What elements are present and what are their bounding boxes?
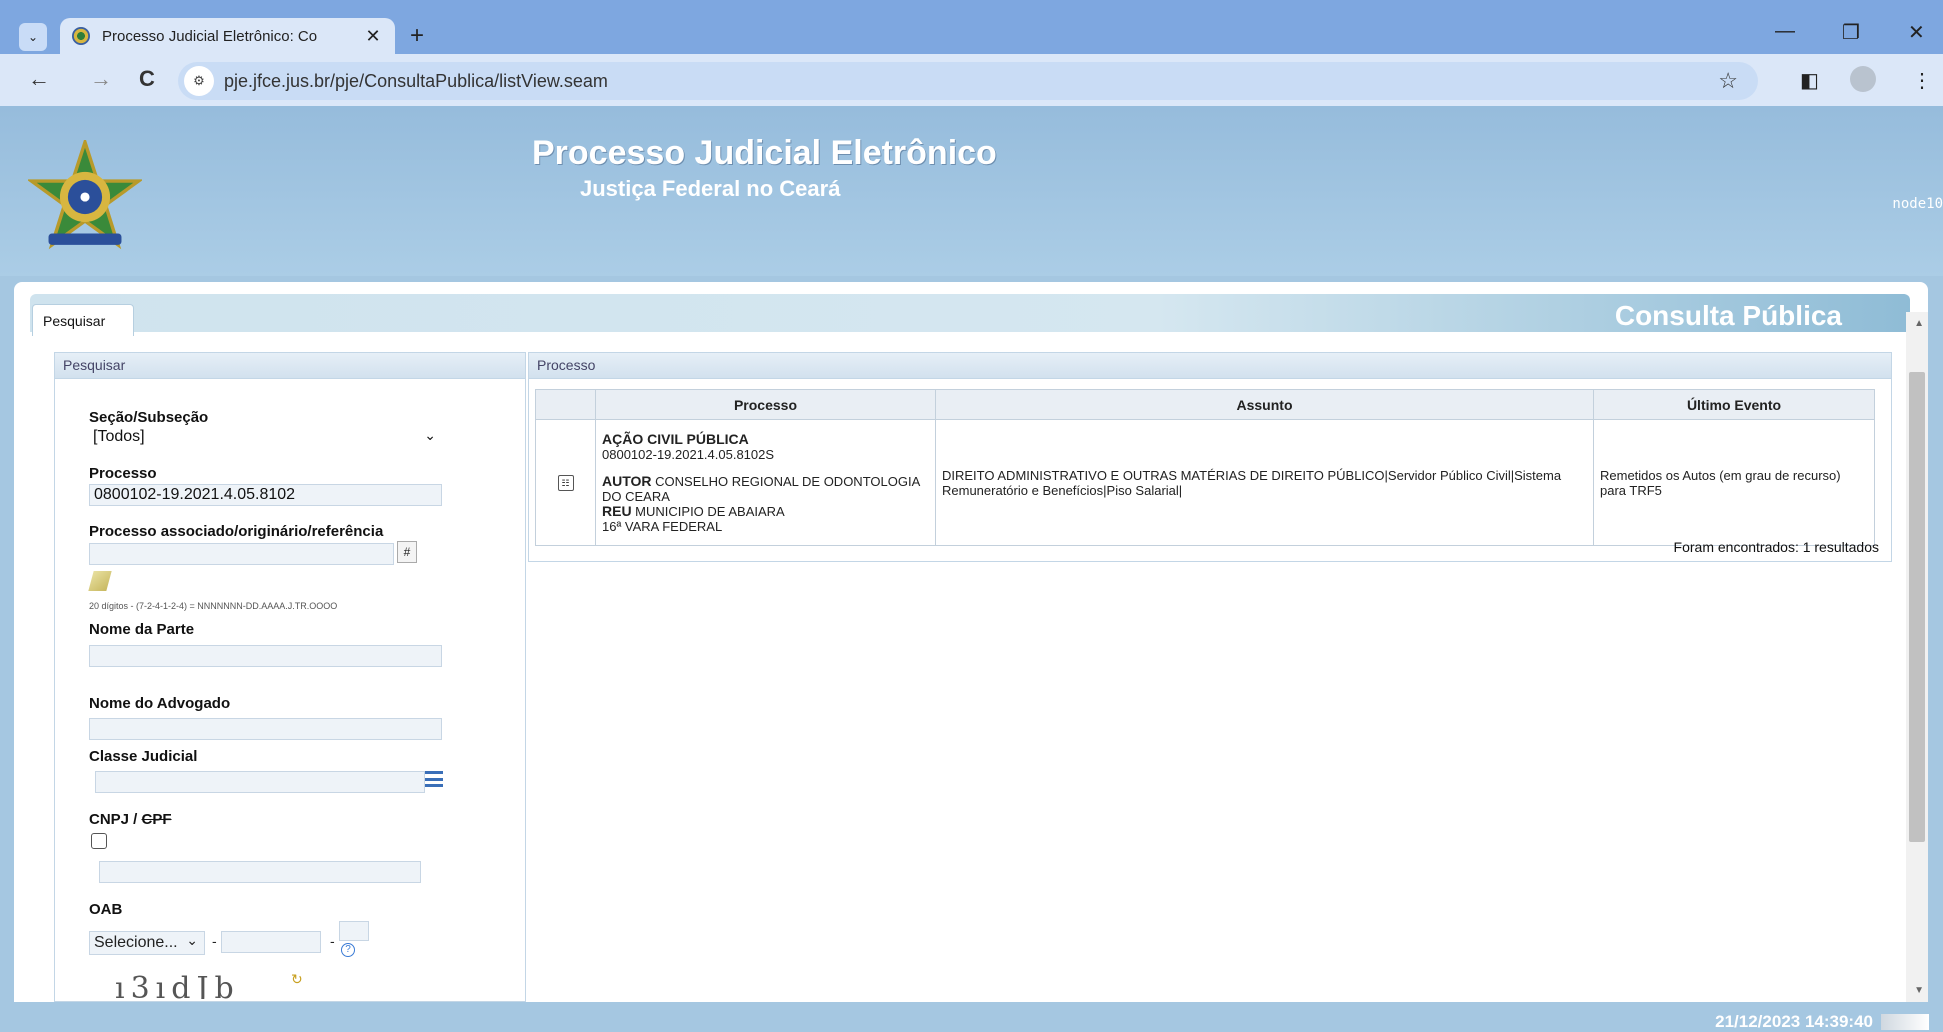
browser-toolbar: ← → C ⚙ pje.jfce.jus.br/pje/ConsultaPubl… <box>0 54 1943 106</box>
cnpj-input[interactable] <box>99 861 421 883</box>
processo-cell: AÇÃO CIVIL PÚBLICA 0800102-19.2021.4.05.… <box>595 419 936 546</box>
associado-label: Processo associado/originário/referência <box>89 523 384 540</box>
results-panel: Processo Processo Assunto Último Evento … <box>528 352 1892 562</box>
oab-select[interactable]: Selecione... ⌄ <box>89 931 205 955</box>
chevron-down-icon: ⌄ <box>424 427 436 443</box>
list-icon[interactable] <box>425 771 443 787</box>
browser-menu-icon[interactable]: ⋮ <box>1912 68 1932 93</box>
reload-button[interactable]: C <box>132 66 162 92</box>
restore-button[interactable]: ❐ <box>1842 20 1860 45</box>
results-section-title: Processo <box>529 353 1891 379</box>
side-panel-icon[interactable]: ◧ <box>1800 68 1819 93</box>
processo-label: Processo <box>89 465 157 482</box>
associado-input[interactable] <box>89 543 394 565</box>
reu-prefix: REU <box>602 502 632 519</box>
view-details-icon[interactable]: ☷ <box>557 475 574 491</box>
window-close-button[interactable]: ✕ <box>1908 20 1925 45</box>
classe-input[interactable] <box>95 771 425 793</box>
page-subtitle: Justiça Federal no Ceará <box>580 176 841 201</box>
site-info-icon[interactable]: ⚙ <box>184 66 214 96</box>
chevron-down-icon: ⌄ <box>186 932 198 948</box>
oab-uf-input[interactable] <box>339 921 369 941</box>
oab-number-input[interactable] <box>221 931 321 953</box>
oab-select-value: Selecione... <box>94 934 178 951</box>
classe-text: AÇÃO CIVIL PÚBLICA <box>602 430 749 447</box>
format-hint: 20 dígitos - (7-2-4-1-2-4) = NNNNNNN-DD.… <box>89 601 338 611</box>
oab-dash-2: - <box>330 933 335 949</box>
col-icon <box>535 389 596 420</box>
cnpj-cpf-label: CNPJ / CPF <box>89 811 172 828</box>
hash-icon[interactable]: # <box>397 541 417 563</box>
processo-input[interactable]: 0800102-19.2021.4.05.8102 <box>89 484 442 506</box>
cpf-label: CPF <box>141 811 172 828</box>
table-header-row: Processo Assunto Último Evento <box>535 389 1875 420</box>
scroll-down-icon[interactable]: ▼ <box>1914 985 1924 996</box>
reu-text: MUNICIPIO DE ABAIARA <box>631 503 785 519</box>
advogado-label: Nome do Advogado <box>89 695 231 712</box>
secao-label: Seção/Subseção <box>89 409 209 426</box>
process-number[interactable]: 0800102-19.2021.4.05.8102S <box>602 447 929 462</box>
browser-tab[interactable]: Processo Judicial Eletrônico: Co ✕ <box>60 18 395 54</box>
status-bar: 21/12/2023 14:39:40 <box>0 1012 1943 1032</box>
secao-value: [Todos] <box>93 428 145 445</box>
col-ultimo-evento: Último Evento <box>1593 389 1875 420</box>
result-count: Foram encontrados: 1 resultados <box>1673 539 1879 555</box>
node-label: node10 <box>1892 196 1943 212</box>
results-table: Processo Assunto Último Evento ☷ AÇÃO CI… <box>535 389 1875 546</box>
advogado-input[interactable] <box>89 718 442 740</box>
back-button[interactable]: ← <box>24 66 54 92</box>
captcha-image: ı3ıdJb <box>115 971 240 999</box>
footer-logos-icon <box>1881 1014 1929 1030</box>
forward-button[interactable]: → <box>86 66 116 92</box>
ultimo-evento-cell: Remetidos os Autos (em grau de recurso) … <box>1593 419 1875 546</box>
tab-search-button[interactable]: ⌄ <box>19 23 47 51</box>
cnpj-checkbox[interactable] <box>91 833 107 849</box>
autor-prefix: AUTOR <box>602 472 652 489</box>
reu-line: REU MUNICIPIO DE ABAIARA <box>602 502 929 519</box>
search-section-title: Pesquisar <box>55 353 525 379</box>
page-header: Processo Judicial Eletrônico Justiça Fed… <box>0 106 1943 276</box>
tab-title: Processo Judicial Eletrônico: Co <box>102 27 318 45</box>
page-title: Processo Judicial Eletrônico <box>532 134 997 172</box>
close-tab-icon[interactable]: ✕ <box>363 26 383 47</box>
search-form: Pesquisar Seção/Subseção [Todos] ⌄ Proce… <box>54 352 526 1002</box>
parte-label: Nome da Parte <box>89 621 195 638</box>
autor-line: AUTOR CONSELHO REGIONAL DE ODONTOLOGIA D… <box>602 472 929 504</box>
url-text[interactable]: pje.jfce.jus.br/pje/ConsultaPublica/list… <box>224 71 608 92</box>
coat-of-arms-icon <box>28 140 142 250</box>
secao-select[interactable]: [Todos] ⌄ <box>89 427 442 449</box>
help-icon[interactable]: ? <box>341 943 355 957</box>
bookmark-star-icon[interactable]: ☆ <box>1718 68 1738 94</box>
consulta-title: Consulta Pública <box>1614 300 1842 331</box>
page: Processo Judicial Eletrônico Justiça Fed… <box>0 106 1943 1032</box>
scrollbar[interactable]: ▲ ▼ <box>1906 312 1928 1002</box>
new-tab-button[interactable]: + <box>410 22 424 50</box>
scroll-up-icon[interactable]: ▲ <box>1914 318 1924 329</box>
browser-tab-bar: ⌄ Processo Judicial Eletrônico: Co ✕ + —… <box>0 0 1943 54</box>
main-panel: Pesquisar Consulta Pública Pesquisar Seç… <box>14 282 1928 1002</box>
oab-dash: - <box>212 933 217 949</box>
datetime-text: 21/12/2023 14:39:40 <box>1715 1012 1873 1031</box>
assunto-cell: DIREITO ADMINISTRATIVO E OUTRAS MATÉRIAS… <box>935 419 1594 546</box>
col-processo: Processo <box>595 389 936 420</box>
vara-text: 16ª VARA FEDERAL <box>602 518 723 534</box>
cnpj-label: CNPJ / <box>89 811 142 828</box>
eraser-icon[interactable] <box>88 571 112 591</box>
address-bar[interactable]: ⚙ pje.jfce.jus.br/pje/ConsultaPublica/li… <box>178 62 1758 100</box>
tab-pesquisar[interactable]: Pesquisar <box>32 304 134 336</box>
refresh-captcha-icon[interactable]: ↻ <box>291 971 303 988</box>
favicon-icon <box>72 27 90 45</box>
classe-label: Classe Judicial <box>89 748 198 765</box>
table-row: ☷ AÇÃO CIVIL PÚBLICA 0800102-19.2021.4.0… <box>535 419 1875 546</box>
col-assunto: Assunto <box>935 389 1594 420</box>
details-cell: ☷ <box>535 419 596 546</box>
minimize-button[interactable]: — <box>1775 20 1795 43</box>
oab-label: OAB <box>89 901 123 918</box>
scrollbar-thumb[interactable] <box>1909 372 1925 842</box>
parte-input[interactable] <box>89 645 442 667</box>
profile-avatar[interactable] <box>1850 66 1876 92</box>
